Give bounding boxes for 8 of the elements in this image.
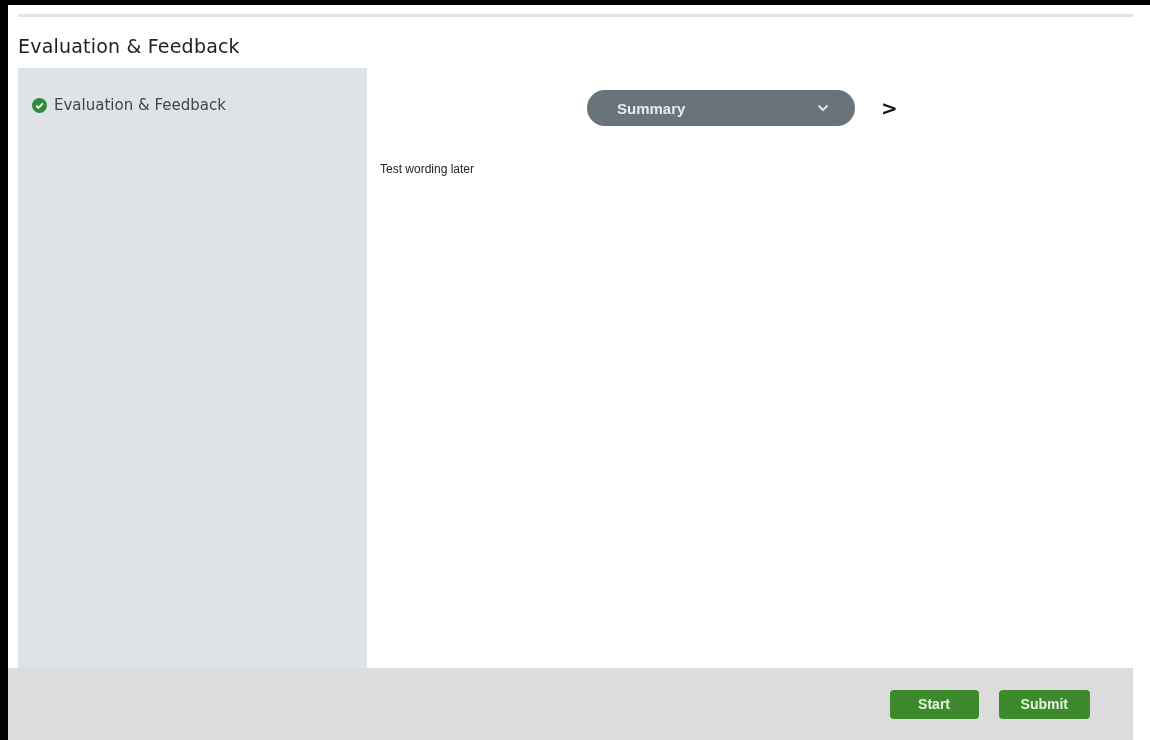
action-button[interactable]: Submit (998, 689, 1090, 719)
sidebar-item[interactable]: Evaluation & Feedback (32, 96, 367, 114)
content-text: Test wording later (380, 162, 476, 176)
sidebar-item-label: Evaluation & Feedback (54, 96, 226, 114)
chevron-down-icon (817, 104, 829, 112)
page-title: Evaluation & Feedback (17, 34, 241, 59)
section-dropdown[interactable]: Summary (587, 90, 855, 126)
action-button[interactable]: Start (889, 689, 979, 719)
